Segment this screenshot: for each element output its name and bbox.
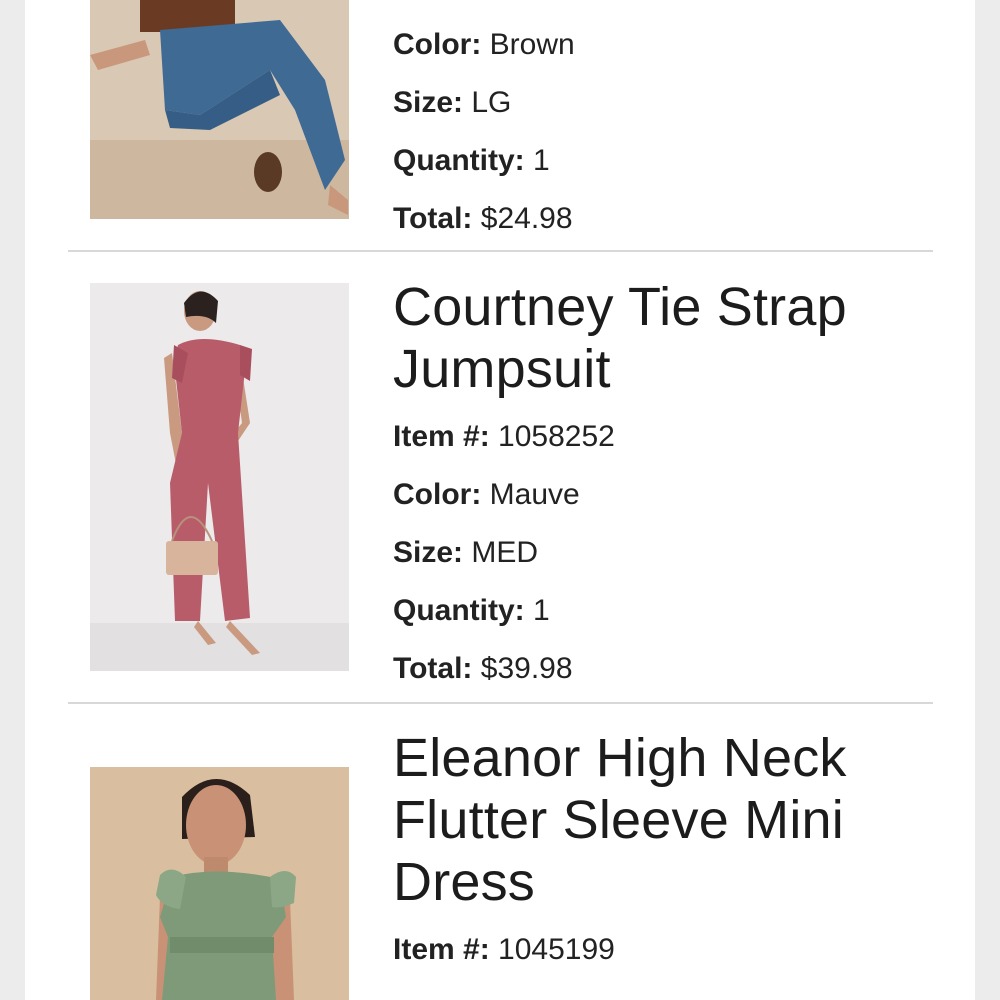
product-title[interactable]: Courtney Tie Strap Jumpsuit — [393, 276, 913, 400]
item-1-size-row: Size: LG — [393, 74, 913, 132]
quantity-label: Quantity: — [393, 594, 533, 627]
quantity-value: 1 — [533, 594, 550, 627]
item-number-label: Item #: — [393, 420, 499, 453]
quantity-label: Quantity: — [393, 144, 533, 177]
color-label: Color: — [393, 478, 490, 511]
total-label: Total: — [393, 202, 481, 235]
item-2-total-row: Total: $39.98 — [393, 640, 913, 698]
item-2-color-row: Color: Mauve — [393, 466, 913, 524]
item-1-total-row: Total: $24.98 — [393, 190, 913, 248]
product-image-item-1[interactable] — [90, 0, 349, 219]
total-value: $24.98 — [480, 202, 573, 235]
item-2-number-row: Item #: 1058252 — [393, 408, 913, 466]
size-value: MED — [471, 536, 539, 569]
product-image-item-3[interactable] — [90, 767, 349, 1000]
item-1-details: Color: Brown Size: LG Quantity: 1 Total:… — [393, 16, 913, 248]
size-label: Size: — [393, 536, 472, 569]
color-value: Mauve — [489, 478, 580, 511]
total-label: Total: — [393, 652, 481, 685]
color-label: Color: — [393, 28, 490, 61]
item-number-label: Item #: — [393, 933, 499, 966]
item-number-value: 1045199 — [498, 933, 615, 966]
item-2-details: Courtney Tie Strap Jumpsuit Item #: 1058… — [393, 276, 913, 698]
product-title[interactable]: Eleanor High Neck Flutter Sleeve Mini Dr… — [393, 727, 913, 913]
product-image-item-2[interactable] — [90, 283, 349, 671]
item-3-number-row: Item #: 1045199 — [393, 921, 913, 979]
item-divider — [68, 702, 933, 704]
item-1-color-row: Color: Brown — [393, 16, 913, 74]
order-items-page: Color: Brown Size: LG Quantity: 1 Total:… — [25, 0, 975, 1000]
size-value: LG — [471, 86, 512, 119]
item-1-quantity-row: Quantity: 1 — [393, 132, 913, 190]
item-number-value: 1058252 — [498, 420, 615, 453]
color-value: Brown — [489, 28, 575, 61]
item-divider — [68, 250, 933, 252]
item-2-quantity-row: Quantity: 1 — [393, 582, 913, 640]
size-label: Size: — [393, 86, 472, 119]
item-2-size-row: Size: MED — [393, 524, 913, 582]
total-value: $39.98 — [480, 652, 573, 685]
item-3-details: Eleanor High Neck Flutter Sleeve Mini Dr… — [393, 727, 913, 979]
quantity-value: 1 — [533, 144, 550, 177]
